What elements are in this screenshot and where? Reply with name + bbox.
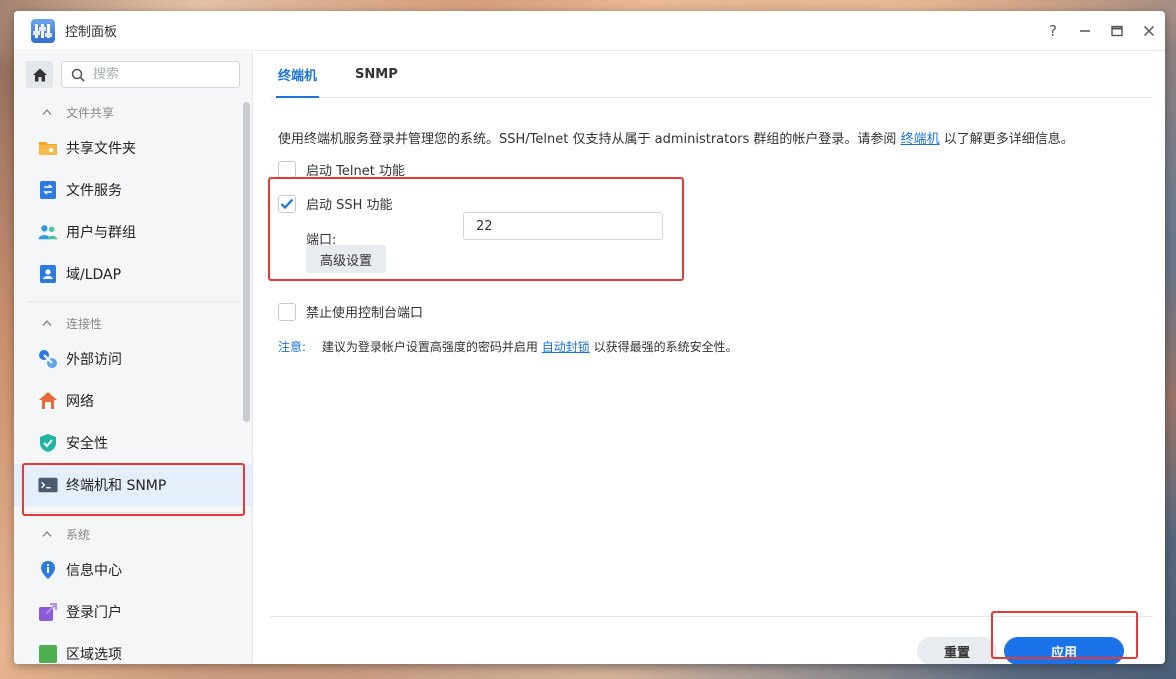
sidebar-item-users-groups[interactable]: 用户与群组 [14,211,252,253]
sidebar-scrollbar[interactable] [243,102,250,422]
search-box[interactable] [61,61,240,88]
terminal-icon [38,475,58,495]
shield-icon [38,433,58,453]
tab-snmp[interactable]: SNMP [347,51,406,97]
sidebar-list: 文件共享 共享文件夹 文件服务 用户与群组 域/LDAP 连接性 外部访问 网络… [14,97,252,664]
search-input[interactable] [93,67,233,82]
security-note: 注意: 建议为登录帐户设置高强度的密码并启用 自动封锁 以获得最强的系统安全性。 [278,338,738,355]
home-button[interactable] [26,61,53,88]
sidebar-item-regional-options[interactable]: 区域选项 [14,633,252,664]
minimize-icon [1080,30,1090,32]
console-label: 禁止使用控制台端口 [306,306,424,321]
console-option: 禁止使用控制台端口 [278,302,423,321]
file-services-icon [38,180,58,200]
sidebar-group-file-sharing[interactable]: 文件共享 [14,97,252,127]
sidebar-item-label: 区域选项 [66,647,122,663]
info-icon [38,560,58,580]
sidebar-item-label: 文件服务 [66,183,122,199]
sidebar-item-network[interactable]: 网络 [14,380,252,422]
tab-terminal[interactable]: 终端机 [270,51,325,98]
sidebar-item-label: 终端机和 SNMP [66,478,167,494]
tab-bar: 终端机 SNMP [270,52,1153,98]
terminal-description: 使用终端机服务登录并管理您的系统。SSH/Telnet 仅支持从属于 admin… [278,128,1074,147]
ssh-checkbox[interactable] [278,194,296,213]
sidebar-item-label: 安全性 [66,436,108,452]
help-button[interactable]: ? [1037,11,1069,51]
description-suffix: 以了解更多详细信息。 [943,132,1074,147]
sidebar-item-terminal-snmp[interactable]: 终端机和 SNMP [14,464,252,506]
chevron-up-icon [42,530,52,537]
sidebar-group-label: 系统 [66,527,91,542]
title-bar: 控制面板 ? [14,11,1165,51]
minimize-button[interactable] [1069,11,1101,51]
help-icon: ? [1049,22,1057,40]
port-input[interactable] [463,212,663,240]
telnet-label: 启动 Telnet 功能 [306,164,405,179]
note-text: 建议为登录帐户设置高强度的密码并启用 [321,340,538,354]
sidebar-item-label: 信息中心 [66,563,122,579]
description-text: 使用终端机服务登录并管理您的系统。SSH/Telnet 仅支持从属于 admin… [278,132,897,147]
sidebar-divider [26,512,240,513]
reset-button[interactable]: 重置 [917,637,997,664]
sidebar-item-external-access[interactable]: 外部访问 [14,338,252,380]
sidebar-item-domain-ldap[interactable]: 域/LDAP [14,253,252,295]
sidebar-group-system[interactable]: 系统 [14,519,252,549]
search-icon [71,68,85,82]
external-access-icon [38,349,58,369]
note-label: 注意: [278,340,307,354]
sidebar-group-label: 连接性 [66,316,103,331]
close-icon [1143,25,1155,37]
sidebar-item-label: 网络 [66,394,94,410]
sidebar-item-info-center[interactable]: 信息中心 [14,549,252,591]
sidebar-group-label: 文件共享 [66,105,115,120]
chevron-up-icon [42,319,52,326]
control-panel-window: 控制面板 ? 文件共享 [14,11,1165,664]
sidebar-group-connectivity[interactable]: 连接性 [14,308,252,338]
users-icon [38,222,58,242]
folder-icon [38,138,58,158]
sidebar-item-label: 登录门户 [66,605,122,621]
telnet-checkbox[interactable] [278,160,296,179]
window-title: 控制面板 [65,25,118,40]
sidebar-item-security[interactable]: 安全性 [14,422,252,464]
sidebar-item-file-services[interactable]: 文件服务 [14,169,252,211]
network-home-icon [38,391,58,411]
advanced-settings-button[interactable]: 高级设置 [306,245,386,273]
sidebar-item-shared-folder[interactable]: 共享文件夹 [14,127,252,169]
login-portal-icon [38,602,58,622]
main-panel: 终端机 SNMP 使用终端机服务登录并管理您的系统。SSH/Telnet 仅支持… [254,52,1165,664]
sidebar-item-label: 外部访问 [66,352,122,368]
control-panel-app-icon [31,18,55,43]
ssh-option: 启动 SSH 功能 [278,194,393,213]
ssh-label: 启动 SSH 功能 [306,198,393,213]
sidebar-divider [26,301,240,302]
note-suffix: 以获得最强的系统安全性。 [593,340,738,354]
close-button[interactable] [1133,11,1165,51]
console-checkbox[interactable] [278,302,296,321]
maximize-icon [1111,25,1123,37]
footer-divider [270,616,1153,617]
auto-block-link[interactable]: 自动封锁 [542,340,590,354]
sidebar-item-label: 域/LDAP [66,267,122,283]
sidebar-item-label: 用户与群组 [66,225,136,241]
home-icon [32,68,47,81]
telnet-option: 启动 Telnet 功能 [278,160,405,179]
terminal-help-link[interactable]: 终端机 [901,132,940,147]
checkmark-icon [280,198,294,209]
window-controls: ? [1037,11,1165,50]
sidebar-top [14,52,252,97]
sidebar-item-label: 共享文件夹 [66,141,136,157]
apply-button[interactable]: 应用 [1004,637,1124,664]
regional-options-icon [38,644,58,664]
chevron-up-icon [42,108,52,115]
domain-icon [38,264,58,284]
sidebar-item-login-portal[interactable]: 登录门户 [14,591,252,633]
sidebar: 文件共享 共享文件夹 文件服务 用户与群组 [14,52,253,664]
maximize-button[interactable] [1101,11,1133,51]
